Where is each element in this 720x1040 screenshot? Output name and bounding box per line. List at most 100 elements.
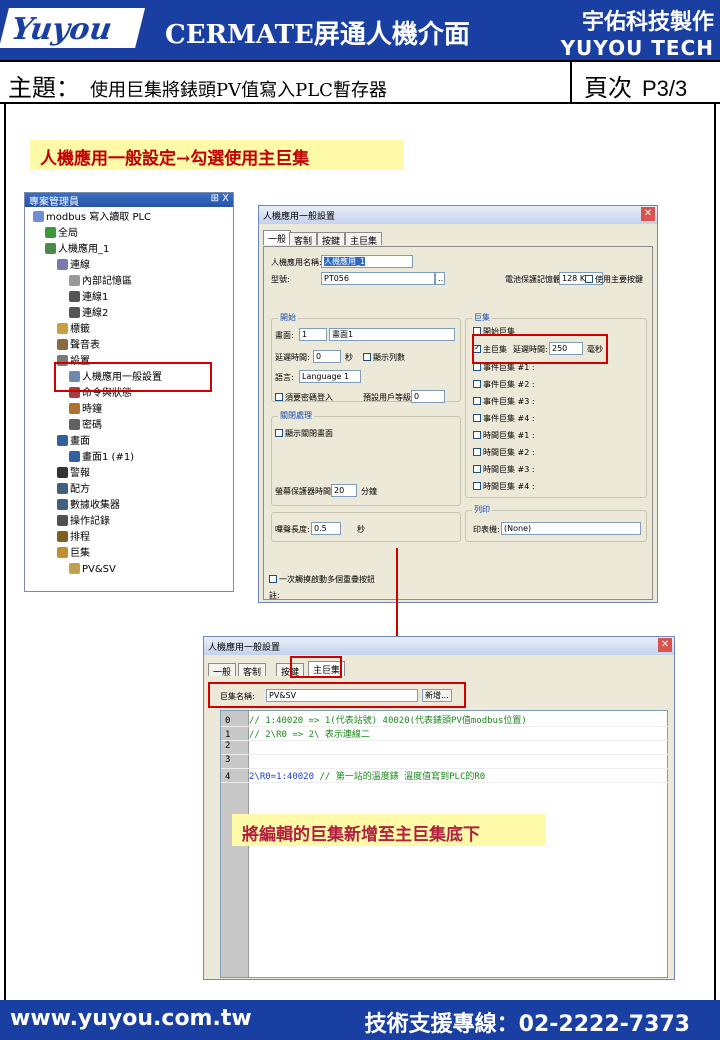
highlight-main-macro: [472, 334, 608, 364]
tab-general[interactable]: 一般: [208, 663, 237, 678]
tree-item[interactable]: modbus 寫入讀取 PLC: [33, 211, 151, 225]
close-icon[interactable]: ✕: [641, 207, 655, 221]
event-macro-checkbox[interactable]: 事件巨集 #3 :: [473, 396, 535, 407]
tree-item[interactable]: 時鐘: [69, 403, 102, 417]
delay-unit: 秒: [345, 353, 353, 362]
tree-item[interactable]: 數據收集器: [57, 499, 120, 513]
note-label: 註:: [269, 591, 280, 600]
memory-icon: [69, 275, 80, 286]
subject-cell: 主題： 使用巨集將錶頭PV值寫入PLC暫存器: [0, 62, 572, 102]
model-select[interactable]: PT056: [321, 272, 435, 285]
tag-icon: [57, 323, 68, 334]
clock-icon: [69, 403, 80, 414]
tab-custom[interactable]: 客制: [289, 232, 318, 247]
tree-item[interactable]: 連線: [57, 259, 90, 273]
screen-number-select[interactable]: 1: [299, 328, 327, 341]
page-cell: 頁次 P3/3: [576, 62, 720, 102]
macro-icon: [57, 547, 68, 558]
tab-custom[interactable]: 客制: [238, 663, 267, 678]
user-level-label: 預設用戶等級:: [363, 393, 414, 402]
delay-stepper[interactable]: 0: [313, 350, 341, 363]
close-screen-checkbox[interactable]: 顯示關閉畫面: [275, 428, 333, 439]
hmi-icon: [45, 243, 56, 254]
screen-name-select[interactable]: 畫面1: [329, 328, 455, 341]
buzzer-stepper[interactable]: 0.5: [311, 522, 341, 535]
password-checkbox[interactable]: 須要密碼登入: [275, 392, 333, 403]
printer-select[interactable]: (None): [501, 522, 641, 535]
time-macro-checkbox[interactable]: 時間巨集 #1 :: [473, 430, 535, 441]
dialog-titlebar: 人機應用一般設置 ✕: [204, 637, 674, 655]
highlight-main-macro-tab: [290, 656, 342, 678]
close-icon[interactable]: ✕: [658, 638, 672, 652]
tab-keys[interactable]: 按鍵: [317, 232, 346, 247]
time-macro-checkbox[interactable]: 時間巨集 #4 :: [473, 481, 535, 492]
dialog-titlebar: 人機應用一般設置 ✕: [259, 206, 657, 224]
tree-item[interactable]: 標籤: [57, 323, 90, 337]
tree-item[interactable]: 操作記錄: [57, 515, 110, 529]
model-more-button[interactable]: …: [435, 272, 445, 285]
globe-icon: [45, 227, 56, 238]
screen-label: 畫面:: [275, 331, 294, 340]
screen-icon: [57, 435, 68, 446]
tree-item[interactable]: 配方: [57, 483, 90, 497]
tree-item[interactable]: PV&SV: [69, 563, 116, 577]
tab-main-macro[interactable]: 主巨集: [345, 232, 383, 247]
brand-logo: Yuyou: [0, 8, 145, 48]
user-level-select[interactable]: 0: [411, 390, 445, 403]
show-list-checkbox[interactable]: 顯示列數: [363, 352, 405, 363]
recipe-icon: [57, 483, 68, 494]
saver-stepper[interactable]: 20: [331, 484, 357, 497]
panel-title: 專案管理員 ⊞ X: [25, 193, 233, 208]
header-bar: Yuyou CERMATE屏通人機介面 宇佑科技製作 YUYOU TECH: [0, 0, 720, 60]
event-macro-checkbox[interactable]: 事件巨集 #4 :: [473, 413, 535, 424]
time-macro-checkbox[interactable]: 時間巨集 #2 :: [473, 447, 535, 458]
tree-item[interactable]: 聲音表: [57, 339, 100, 353]
highlight-macro-name: [208, 682, 466, 708]
subject-label: 主題：: [8, 74, 80, 102]
tab-general[interactable]: 一般: [263, 230, 292, 245]
hmi-name-input[interactable]: 人機應用_1: [321, 255, 413, 268]
tree-item[interactable]: 巨集: [57, 547, 90, 561]
language-select[interactable]: Language 1: [299, 370, 361, 383]
all-keys-checkbox[interactable]: 使用主要按鍵: [585, 274, 643, 285]
tree-item[interactable]: 畫面: [57, 435, 90, 449]
header-title: CERMATE屏通人機介面: [165, 20, 470, 50]
brand-block: 宇佑科技製作 YUYOU TECH: [561, 4, 714, 60]
schedule-icon: [57, 531, 68, 542]
footer-bar: www.yuyou.com.tw 技術支援專線：02-2222-7373: [0, 1000, 720, 1040]
tree-item[interactable]: 連線2: [69, 307, 108, 321]
tree-item[interactable]: 警報: [57, 467, 90, 481]
folder-icon: [69, 563, 80, 574]
code-line[interactable]: 3: [221, 755, 669, 769]
link-icon: [57, 259, 68, 270]
tree-item[interactable]: 排程: [57, 531, 90, 545]
panel-controls-icon[interactable]: ⊞ X: [211, 193, 229, 204]
project-manager-panel: 專案管理員 ⊞ X modbus 寫入讀取 PLC 全局人機應用_1 連線內部記憶區連…: [24, 192, 234, 592]
model-label: 型號:: [271, 275, 290, 284]
code-line[interactable]: 2: [221, 741, 669, 755]
buzzer-unit: 秒: [357, 525, 365, 534]
subject-text: 使用巨集將錶頭PV值寫入PLC暫存器: [90, 80, 387, 101]
saver-label: 螢幕保護器時間:: [275, 487, 334, 496]
tree-item[interactable]: 連線1: [69, 291, 108, 305]
code-line[interactable]: 4 2\R0=1:40020 // 第一站的溫度錶 溫度值寫到PLC的R0: [221, 769, 669, 783]
language-label: 語言:: [275, 373, 294, 382]
multi-touch-checkbox[interactable]: 一次觸摸啟動多個重疊按鈕: [269, 574, 375, 585]
screen-icon: [69, 451, 80, 462]
time-macro-checkbox[interactable]: 時間巨集 #3 :: [473, 464, 535, 475]
data-icon: [57, 499, 68, 510]
website-link[interactable]: www.yuyou.com.tw: [10, 1006, 252, 1031]
tree-item[interactable]: 全局: [45, 227, 78, 241]
tree-item[interactable]: 密碼: [69, 419, 102, 433]
tree-item[interactable]: 內部記憶區: [69, 275, 132, 289]
tree-item[interactable]: 人機應用_1: [45, 243, 109, 257]
event-macro-checkbox[interactable]: 事件巨集 #2 :: [473, 379, 535, 390]
page-number: P3/3: [642, 76, 688, 101]
code-line[interactable]: 1// 2\R0 => 2\ 表示連線二: [221, 727, 669, 741]
brand-cn: 宇佑科技製作: [581, 10, 714, 35]
instruction-note-top: 人機應用一般設定→勾選使用主巨集: [30, 140, 404, 170]
hmi-name-label: 人機應用名稱:: [271, 258, 322, 267]
tree-item[interactable]: 畫面1 (#1): [69, 451, 134, 465]
code-line[interactable]: 0// 1:40020 => 1(代表站號) 40020(代表錶頭PV值modb…: [221, 713, 669, 727]
link-icon: [69, 291, 80, 302]
